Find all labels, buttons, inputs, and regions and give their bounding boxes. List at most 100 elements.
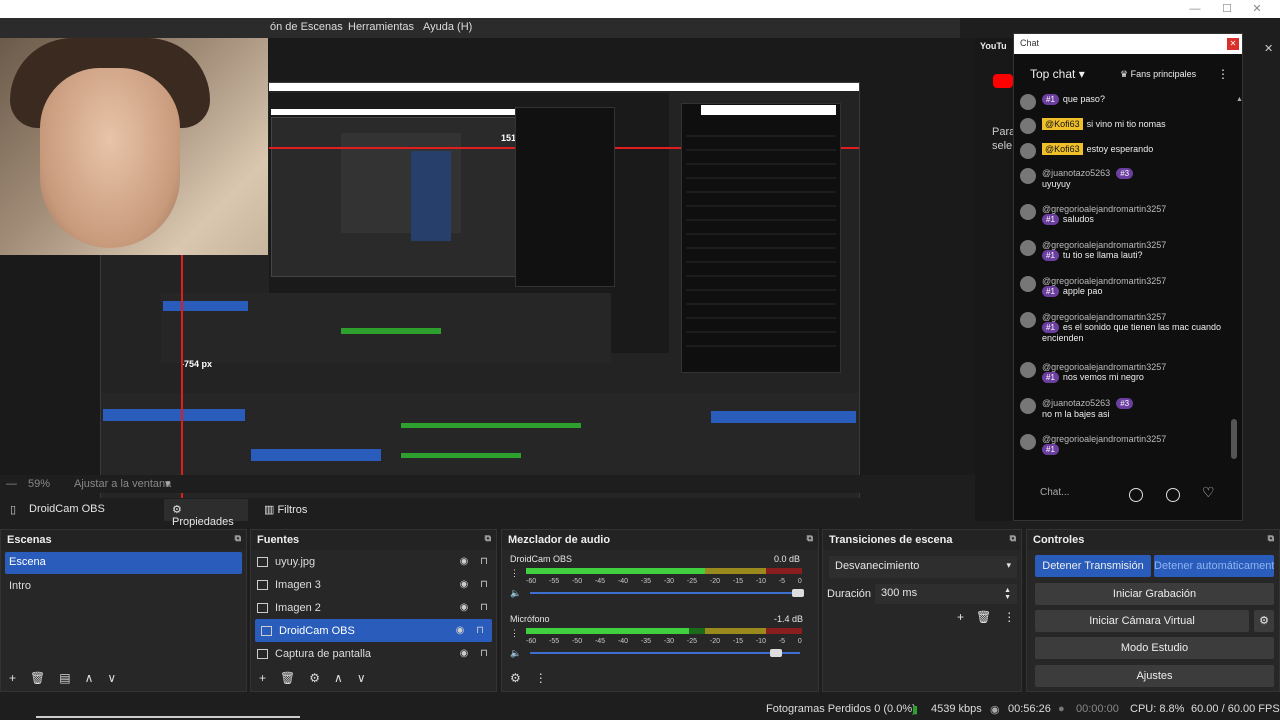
remove-source-icon[interactable]: 🗑 xyxy=(280,671,295,685)
undock-icon[interactable]: ⧉ xyxy=(235,533,241,544)
channel-menu-icon[interactable]: ⋮ xyxy=(510,568,519,579)
lock-icon[interactable]: ⊓ xyxy=(478,648,490,659)
start-recording-button[interactable]: Iniciar Grabación xyxy=(1035,583,1274,605)
chat-username: @juanotazo5263 xyxy=(1042,398,1111,408)
maximize-icon[interactable]: ☐ xyxy=(1210,0,1244,18)
source-lock-icon: ▯ xyxy=(10,504,17,516)
chat-outer-close-icon[interactable]: ✕ xyxy=(1264,42,1273,55)
horizontal-scrollbar[interactable] xyxy=(36,716,300,718)
lock-icon[interactable]: ⊓ xyxy=(478,556,490,567)
chat-username-line: @gregorioalejandromartin3257 xyxy=(1042,276,1227,286)
mixer-channel-db: -1.4 dB xyxy=(774,614,804,624)
source-item[interactable]: Imagen 3 ◉ ⊓ xyxy=(251,573,496,596)
move-down-icon[interactable]: ∨ xyxy=(357,671,366,685)
scene-item-intro[interactable]: Intro xyxy=(1,576,246,598)
source-item[interactable]: DroidCam OBS ◉ ⊓ xyxy=(255,619,492,642)
source-type-icon xyxy=(257,648,268,659)
member-badge: #1 xyxy=(1042,322,1059,333)
source-name: uyuy.jpg xyxy=(275,555,316,568)
chat-text-line: #1 tu tio se llama lauti? xyxy=(1042,250,1227,261)
settings-button[interactable]: Ajustes xyxy=(1035,665,1274,687)
chat-text-line: no m la bajes asi xyxy=(1042,409,1227,419)
chevron-down-icon[interactable]: ▾ xyxy=(165,477,171,490)
duration-input[interactable]: 300 ms ▲ ▼ xyxy=(875,584,1017,604)
chat-text-line: #1 es el sonido que tienen las mac cuando… xyxy=(1042,322,1227,343)
move-up-icon[interactable]: ∧ xyxy=(334,671,343,685)
scroll-up-icon[interactable]: ▲ xyxy=(1236,96,1243,103)
menu-help[interactable]: Ayuda (H) xyxy=(423,21,472,33)
undock-icon[interactable]: ⧉ xyxy=(485,533,491,544)
meter-ticks: -60 -55 -50 -45 -40 -35 -30 -25 -20 -15 -10 -5 0 xyxy=(526,578,802,585)
studio-mode-button[interactable]: Modo Estudio xyxy=(1035,637,1274,659)
menu-tools[interactable]: Herramientas xyxy=(348,21,414,33)
source-settings-icon[interactable]: ⚙ xyxy=(309,671,320,685)
source-type-icon xyxy=(257,579,268,590)
remove-scene-icon[interactable]: 🗑 xyxy=(30,671,45,685)
lock-icon[interactable]: ⊓ xyxy=(478,602,490,613)
top-chat-dropdown[interactable]: Top chat ▾ xyxy=(1030,67,1085,81)
chat-text-line: #1 xyxy=(1042,444,1227,455)
visibility-eye-icon[interactable]: ◉ xyxy=(458,648,470,659)
menu-scene-collection[interactable]: ón de Escenas xyxy=(270,21,343,33)
volume-fader[interactable] xyxy=(530,652,800,654)
source-item[interactable]: Captura de pantalla ◉ ⊓ xyxy=(251,642,496,665)
sources-dock: Fuentes ⧉ uyuy.jpg ◉ ⊓ Imagen 3 ◉ ⊓ Imagen 2 ◉ ⊓ D… xyxy=(250,529,497,692)
chat-menu-icon[interactable]: ⋮ xyxy=(1217,67,1229,81)
fader-knob[interactable] xyxy=(770,649,782,657)
mixer-menu-icon[interactable]: ⋮ xyxy=(535,671,547,685)
mixer-title: Mezclador de audio xyxy=(508,534,611,546)
chat-scrollbar[interactable] xyxy=(1231,419,1237,459)
visibility-eye-icon[interactable]: ◉ xyxy=(458,556,470,567)
channel-menu-icon[interactable]: ⋮ xyxy=(510,628,519,639)
lock-icon[interactable]: ⊓ xyxy=(474,625,486,636)
volume-fader[interactable] xyxy=(530,592,800,594)
fans-principales-button[interactable]: ♛ Fans principales xyxy=(1120,69,1196,80)
undock-icon[interactable]: ⧉ xyxy=(1010,533,1016,544)
zoom-fit-label[interactable]: Ajustar a la ventana xyxy=(74,478,171,490)
mixer-channel-name: DroidCam OBS xyxy=(510,554,573,564)
add-source-icon[interactable]: + xyxy=(259,671,266,685)
visibility-eye-icon[interactable]: ◉ xyxy=(454,625,466,636)
avatar xyxy=(1020,168,1036,184)
fader-knob[interactable] xyxy=(792,589,804,597)
chat-username-line: @juanotazo5263 #3 xyxy=(1042,398,1227,409)
tick-label: -60 xyxy=(526,578,537,585)
virtual-camera-settings-icon[interactable]: ⚙ xyxy=(1254,610,1274,632)
tick-label: -30 xyxy=(663,638,675,645)
visibility-eye-icon[interactable]: ◉ xyxy=(458,602,470,613)
minimize-icon[interactable]: — xyxy=(1178,0,1212,18)
remove-transition-icon[interactable]: 🗑 xyxy=(976,610,991,624)
stop-streaming-button[interactable]: Detener Transmisión xyxy=(1035,555,1151,577)
mixer-settings-icon[interactable]: ⚙ xyxy=(510,671,521,685)
filters-button[interactable]: ▥ Filtros xyxy=(264,503,307,516)
move-down-icon[interactable]: ∨ xyxy=(107,671,116,685)
scene-filter-icon[interactable]: ▤ xyxy=(59,671,70,685)
chat-close-icon[interactable]: ✕ xyxy=(1227,38,1239,50)
visibility-eye-icon[interactable]: ◉ xyxy=(458,579,470,590)
emoji-icon[interactable] xyxy=(1129,488,1143,502)
scene-item-escena[interactable]: Escena xyxy=(5,552,242,574)
chat-input[interactable]: Chat... xyxy=(1040,487,1069,498)
transition-menu-icon[interactable]: ⋮ xyxy=(1003,610,1015,624)
properties-button[interactable]: ⚙ Propiedades xyxy=(164,499,248,528)
transition-select[interactable]: Desvanecimiento ▾ xyxy=(829,556,1017,578)
chat-username: @Kofi63 xyxy=(1042,143,1083,155)
speaker-icon[interactable]: 🔈 xyxy=(510,648,521,659)
add-transition-icon[interactable]: + xyxy=(957,610,964,624)
source-item[interactable]: Imagen 2 ◉ ⊓ xyxy=(251,596,496,619)
zoom-value[interactable]: 59% xyxy=(28,478,50,490)
lock-icon[interactable]: ⊓ xyxy=(478,579,490,590)
preview-canvas[interactable]: 1515 px -754 px xyxy=(0,38,975,512)
auto-stop-button[interactable]: Detener automáticament xyxy=(1154,555,1274,577)
speaker-icon[interactable]: 🔈 xyxy=(510,588,521,599)
add-scene-icon[interactable]: + xyxy=(9,671,16,685)
undock-icon[interactable]: ⧉ xyxy=(1268,533,1274,544)
move-up-icon[interactable]: ∧ xyxy=(85,671,94,685)
undock-icon[interactable]: ⧉ xyxy=(807,533,813,544)
close-icon[interactable]: ✕ xyxy=(1240,0,1274,18)
add-icon[interactable] xyxy=(1166,488,1180,502)
heart-icon[interactable]: ♡ xyxy=(1202,484,1215,501)
source-item[interactable]: uyuy.jpg ◉ ⊓ xyxy=(251,550,496,573)
start-virtual-camera-button[interactable]: Iniciar Cámara Virtual xyxy=(1035,610,1249,632)
tick-label: -5 xyxy=(778,638,786,645)
